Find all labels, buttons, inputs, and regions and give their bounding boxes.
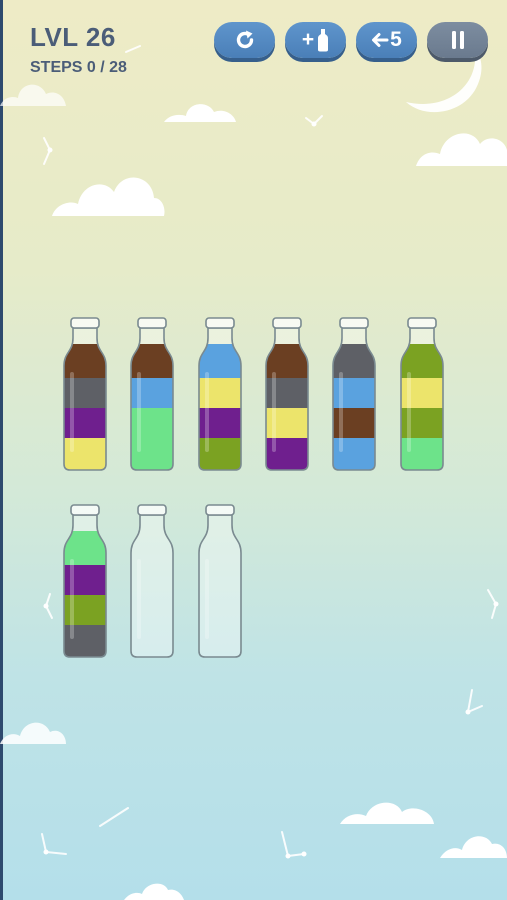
liquid-layer — [64, 378, 106, 408]
undo-button[interactable]: 5 — [356, 22, 417, 58]
toolbar: + 5 — [214, 22, 488, 58]
liquid-layer — [401, 344, 443, 378]
bottle[interactable] — [399, 316, 445, 472]
liquid-layer — [131, 438, 173, 470]
bottle[interactable] — [129, 316, 175, 472]
liquid-layer — [266, 344, 308, 378]
add-label: + — [301, 28, 315, 51]
bottle-graphic — [400, 317, 444, 471]
liquid-layer — [199, 378, 241, 408]
liquid-layer — [64, 625, 106, 657]
liquid-layer — [266, 408, 308, 438]
bottle[interactable] — [62, 316, 108, 472]
add-bottle-button[interactable]: + — [285, 22, 346, 58]
steps-counter: STEPS 0 / 28 — [30, 59, 127, 76]
level-info: LVL 26 STEPS 0 / 28 — [30, 22, 127, 77]
liquid-layer — [401, 378, 443, 408]
pause-button[interactable] — [427, 22, 488, 58]
back-arrow-icon — [372, 33, 389, 47]
liquid-layer — [266, 438, 308, 470]
restart-button[interactable] — [214, 22, 275, 58]
bottle[interactable] — [129, 503, 175, 659]
liquid-layer — [131, 408, 173, 438]
liquid-layer — [199, 408, 241, 438]
liquid-layer — [333, 344, 375, 378]
level-label: LVL 26 — [30, 22, 116, 52]
bottle-graphic — [198, 504, 242, 658]
liquid-layer — [401, 408, 443, 438]
bottle[interactable] — [331, 316, 377, 472]
pause-icon — [451, 31, 464, 49]
liquid-layer — [64, 344, 106, 378]
bottle-graphic — [63, 317, 107, 471]
bottle[interactable] — [197, 316, 243, 472]
liquid-layer — [64, 408, 106, 438]
liquid-layer — [333, 378, 375, 408]
liquid-layer — [333, 408, 375, 438]
bottle-graphic — [130, 504, 174, 658]
liquid-layer — [131, 378, 173, 408]
bottle-graphic — [130, 317, 174, 471]
bottle[interactable] — [197, 503, 243, 659]
liquid-layer — [333, 438, 375, 470]
restart-icon — [236, 30, 253, 49]
liquid-layer — [401, 438, 443, 470]
liquid-layer — [64, 595, 106, 625]
bottle-icon — [318, 29, 329, 52]
liquid-layer — [131, 344, 173, 378]
liquid-layer — [64, 438, 106, 470]
bottle[interactable] — [264, 316, 310, 472]
bottle-graphic — [265, 317, 309, 471]
bottle-graphic — [332, 317, 376, 471]
bottle-graphic — [63, 504, 107, 658]
undo-count: 5 — [390, 28, 402, 51]
liquid-layer — [64, 565, 106, 595]
liquid-layer — [64, 531, 106, 565]
liquid-layer — [199, 344, 241, 378]
liquid-layer — [199, 438, 241, 470]
liquid-layer — [266, 378, 308, 408]
bottle-graphic — [198, 317, 242, 471]
bottle[interactable] — [62, 503, 108, 659]
